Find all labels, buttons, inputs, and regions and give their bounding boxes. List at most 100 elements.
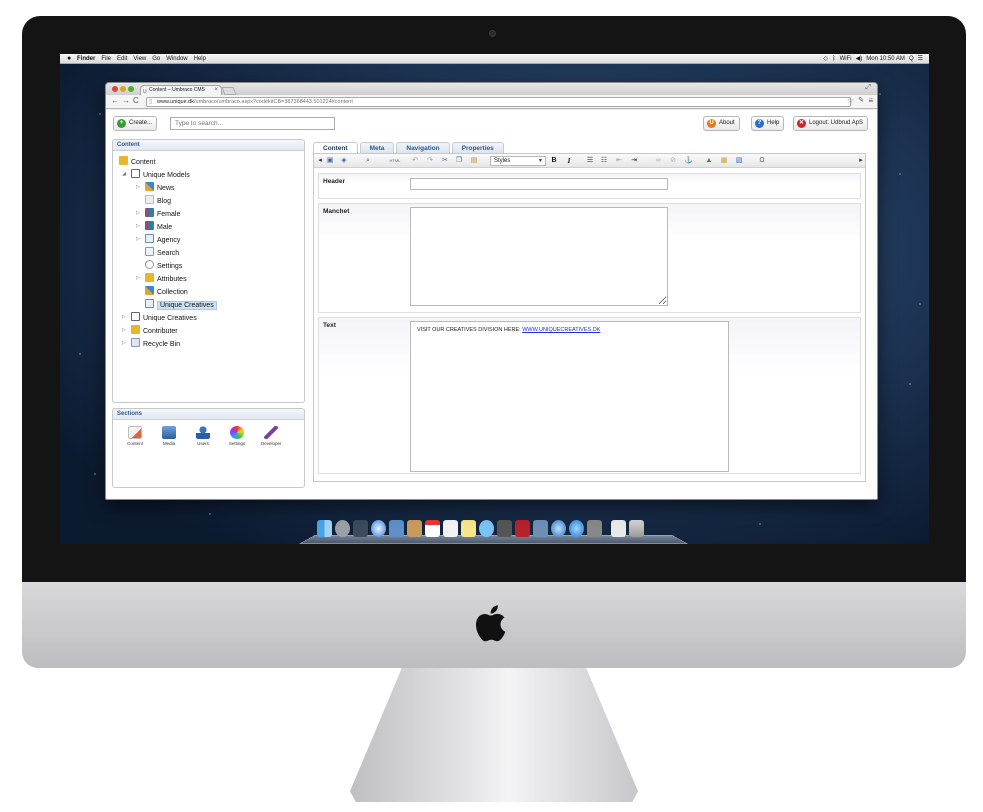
mission-control-dock-icon[interactable] — [353, 520, 368, 537]
header-input[interactable] — [410, 178, 668, 190]
url-field[interactable]: ▯ www.unique.dk/umbraco/umbraco.aspx?cod… — [146, 97, 851, 107]
search-input[interactable] — [170, 117, 335, 130]
tree-node-agency[interactable]: ▷ Agency — [136, 234, 180, 245]
cut-icon[interactable]: ✂ — [441, 157, 449, 165]
reload-icon[interactable]: C — [133, 96, 139, 105]
tab-content[interactable]: Content — [313, 142, 358, 153]
window-minimize-button[interactable] — [120, 86, 126, 92]
toolbar-right-arrow-icon[interactable]: ▸ — [857, 157, 865, 165]
special-char-button[interactable]: Ω — [758, 157, 766, 165]
spotlight-icon[interactable]: Q — [909, 54, 914, 64]
volume-icon[interactable]: ◀) — [856, 54, 863, 64]
window-close-button[interactable] — [112, 86, 118, 92]
notification-icon[interactable]: ☰ — [918, 54, 923, 64]
help-button[interactable]: ? Help — [751, 116, 785, 131]
facetime-dock-icon[interactable] — [497, 520, 512, 537]
calendar-dock-icon[interactable] — [425, 520, 440, 537]
tree-collapsed-arrow-icon[interactable]: ▷ — [122, 312, 126, 323]
menu-go[interactable]: Go — [152, 54, 160, 64]
tree-node-unique-creatives[interactable]: ▷ Unique Creatives — [122, 312, 197, 323]
tab-meta[interactable]: Meta — [359, 142, 395, 153]
tree-collapsed-arrow-icon[interactable]: ▷ — [136, 234, 140, 245]
anchor-icon[interactable]: ⚓ — [684, 157, 693, 165]
tab-properties[interactable]: Properties — [451, 142, 504, 153]
browser-menu-icon[interactable]: ≡ — [868, 96, 873, 105]
app-store-dock-icon[interactable] — [569, 520, 584, 537]
tree-collapsed-arrow-icon[interactable]: ▷ — [136, 273, 140, 284]
section-content[interactable]: Content — [125, 426, 145, 446]
menu-file[interactable]: File — [101, 54, 111, 64]
tree-collapsed-arrow-icon[interactable]: ▷ — [122, 325, 126, 336]
menu-window[interactable]: Window — [166, 54, 187, 64]
preferences-dock-icon[interactable] — [587, 520, 602, 537]
tree-node-attributes[interactable]: ▷ Attributes — [136, 273, 187, 284]
tree-node-recycle-bin[interactable]: ▷ Recycle Bin — [122, 338, 180, 349]
preview-icon[interactable]: ⌕ — [364, 157, 372, 165]
html-source-button[interactable]: HTML — [388, 157, 402, 165]
safari-dock-icon[interactable] — [371, 520, 386, 537]
notes-dock-icon[interactable] — [461, 520, 476, 537]
tree-node-content[interactable]: Content — [119, 156, 156, 167]
redo-icon[interactable]: ↷ — [426, 157, 434, 165]
wifi-icon[interactable]: WiFi — [840, 54, 852, 64]
menu-finder[interactable]: Finder — [77, 54, 95, 64]
section-users[interactable]: Users — [193, 426, 213, 446]
forward-icon[interactable]: → — [122, 96, 130, 105]
menu-edit[interactable]: Edit — [117, 54, 127, 64]
tree-collapsed-arrow-icon[interactable]: ▷ — [136, 208, 140, 219]
undo-icon[interactable]: ↶ — [411, 157, 419, 165]
logout-button[interactable]: ✕ Logout: Udbrud ApS — [793, 116, 869, 131]
indent-icon[interactable]: ⇥ — [630, 157, 638, 165]
tree-node-contributer[interactable]: ▷ Contributer — [122, 325, 178, 336]
section-developer[interactable]: Developer — [261, 426, 282, 446]
rich-text-editor[interactable]: VISIT OUR CREATIVES DIVISION HERE: WWW.U… — [410, 321, 729, 472]
tree-collapsed-arrow-icon[interactable]: ▷ — [122, 338, 126, 349]
tree-node-search[interactable]: Search — [145, 247, 179, 258]
photo-booth-dock-icon[interactable] — [515, 520, 530, 537]
insert-table-icon[interactable]: ▧ — [735, 157, 743, 165]
copy-icon[interactable]: ❐ — [455, 157, 463, 165]
save-publish-icon[interactable]: ◈ — [340, 157, 348, 165]
tree-expanded-arrow-icon[interactable]: ◢ — [122, 169, 126, 180]
fullscreen-icon[interactable]: ⤢ — [865, 84, 871, 92]
status-icon-1[interactable]: ◇ — [823, 54, 828, 64]
reminders-dock-icon[interactable] — [443, 520, 458, 537]
tree-node-unique-models[interactable]: ◢ Unique Models — [122, 169, 190, 180]
bookmark-star-icon[interactable]: ☆ — [847, 96, 854, 105]
mail-dock-icon[interactable] — [389, 520, 404, 537]
tab-close-icon[interactable]: × — [214, 86, 218, 95]
create-button[interactable]: + Create... — [113, 116, 158, 131]
tree-node-female[interactable]: ▷ Female — [136, 208, 180, 219]
save-icon[interactable]: ▣ — [326, 157, 334, 165]
tree-node-news[interactable]: ▷ News — [136, 182, 175, 193]
bullet-list-icon[interactable]: ☰ — [586, 157, 594, 165]
contacts-dock-icon[interactable] — [407, 520, 422, 537]
apple-menu-icon[interactable]: ● — [67, 54, 71, 64]
manchet-textarea[interactable] — [410, 207, 668, 306]
outdent-icon[interactable]: ⇤ — [615, 157, 623, 165]
toolbar-left-arrow-icon[interactable]: ◂ — [316, 157, 324, 165]
section-media[interactable]: Media — [159, 426, 179, 446]
tab-navigation[interactable]: Navigation — [396, 142, 450, 153]
unlink-icon[interactable]: ⊘ — [669, 157, 677, 165]
numbered-list-icon[interactable]: ☷ — [600, 157, 608, 165]
browser-tab[interactable]: U Content – Umbraco CMS × — [140, 85, 222, 95]
tree-node-collection[interactable]: Collection — [145, 286, 188, 297]
section-settings[interactable]: Settings — [227, 426, 247, 446]
finder-dock-icon[interactable] — [317, 520, 332, 537]
wrench-icon[interactable]: ✎ — [858, 96, 864, 104]
tree-collapsed-arrow-icon[interactable]: ▷ — [136, 221, 140, 232]
bold-button[interactable]: B — [550, 157, 558, 165]
menu-help[interactable]: Help — [194, 54, 206, 64]
insert-image-icon[interactable]: ▲ — [705, 157, 713, 165]
menu-view[interactable]: View — [133, 54, 146, 64]
tree-collapsed-arrow-icon[interactable]: ▷ — [136, 182, 140, 193]
about-button[interactable]: U About — [703, 116, 740, 131]
launchpad-dock-icon[interactable] — [335, 520, 350, 537]
window-zoom-button[interactable] — [128, 86, 134, 92]
itunes-dock-icon[interactable] — [551, 520, 566, 537]
creatives-link[interactable]: WWW.UNIQUECREATIVES.DK — [522, 327, 600, 333]
tree-node-unique-creatives-selected[interactable]: Unique Creatives — [145, 299, 217, 310]
tree-node-settings[interactable]: Settings — [145, 260, 182, 271]
insert-macro-icon[interactable]: ▦ — [720, 157, 728, 165]
